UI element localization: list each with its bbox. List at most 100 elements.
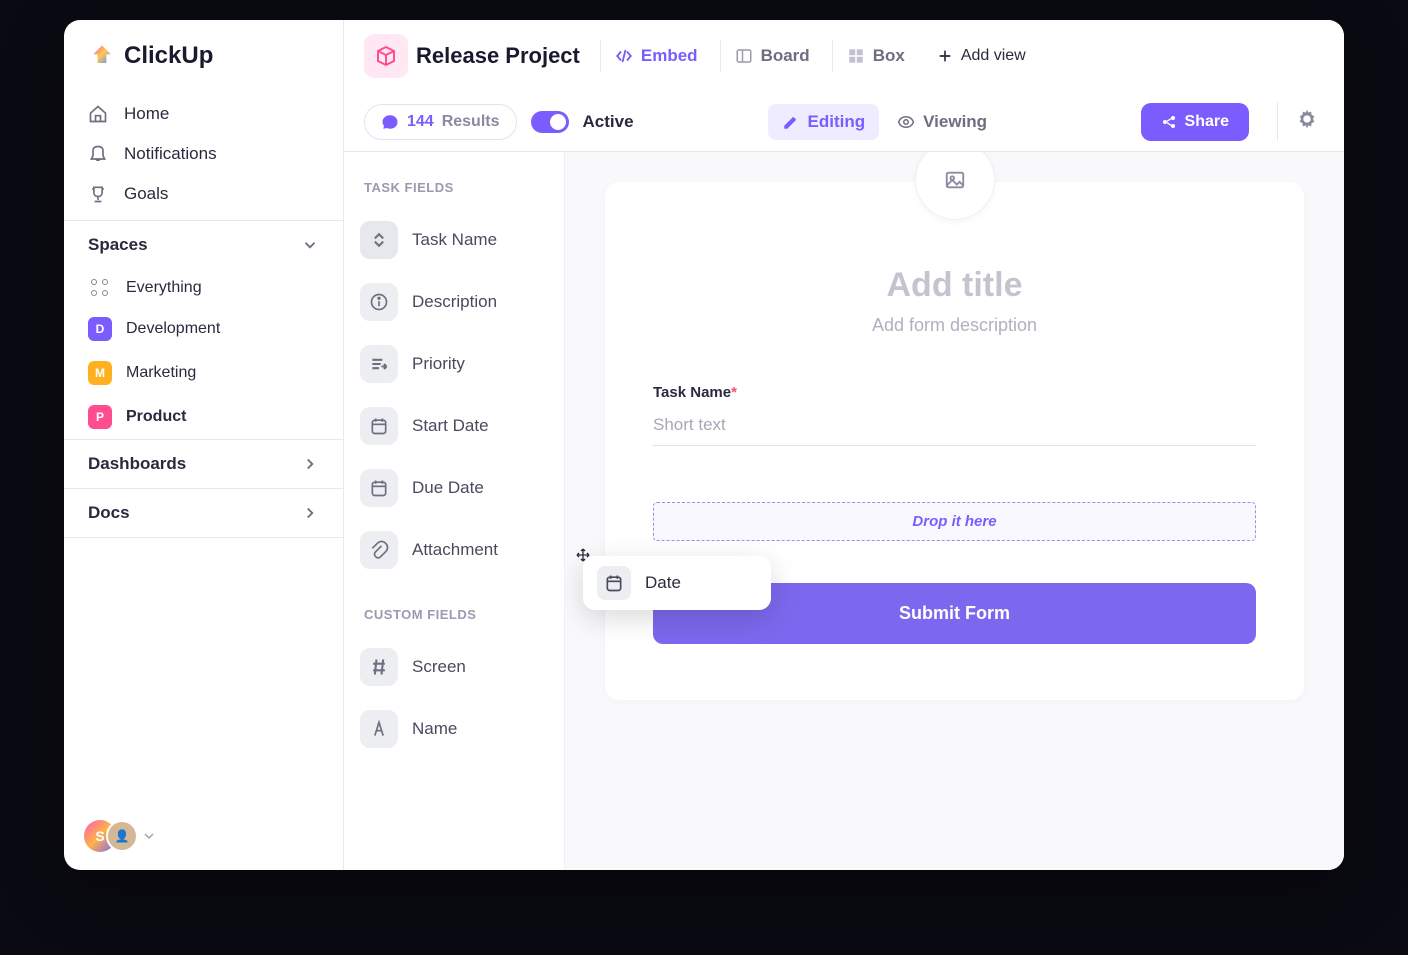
chevron-right-icon: [301, 504, 319, 522]
share-icon: [1161, 114, 1177, 130]
user-avatar-2: 👤: [106, 820, 138, 852]
plus-icon: [937, 48, 953, 64]
home-icon: [88, 104, 108, 124]
form-desc-input[interactable]: Add form description: [653, 315, 1256, 336]
label-text: Task Name: [653, 384, 731, 401]
nav-home-label: Home: [124, 104, 169, 124]
dropzone-text: Drop it here: [912, 513, 996, 530]
add-view-button[interactable]: Add view: [937, 47, 1026, 65]
required-marker: *: [731, 384, 737, 401]
sort-icon: [360, 221, 398, 259]
sidebar-everything[interactable]: Everything: [64, 269, 343, 307]
field-name[interactable]: Name: [354, 698, 554, 760]
avatar-stack: S 👤: [84, 820, 138, 852]
project-title: Release Project: [416, 43, 580, 69]
space-label: Product: [126, 408, 186, 426]
chevron-down-icon: [301, 236, 319, 254]
move-icon: [575, 547, 595, 567]
logo-text: ClickUp: [124, 42, 213, 70]
view-tab-embed[interactable]: Embed: [600, 40, 712, 72]
form-card: Add title Add form description Task Name…: [605, 182, 1304, 700]
field-label: Priority: [412, 354, 465, 374]
sidebar-space-product[interactable]: P Product: [64, 395, 343, 439]
viewing-mode-button[interactable]: Viewing: [883, 104, 1001, 140]
form-image-button[interactable]: [915, 152, 995, 220]
clickup-logo-icon: [88, 42, 116, 70]
viewing-label: Viewing: [923, 112, 987, 132]
form-canvas: Add title Add form description Task Name…: [564, 152, 1344, 870]
active-label: Active: [583, 112, 634, 132]
nav-notifications[interactable]: Notifications: [64, 134, 343, 174]
task-name-input[interactable]: [653, 405, 1256, 446]
field-screen[interactable]: Screen: [354, 636, 554, 698]
view-tab-board[interactable]: Board: [720, 40, 824, 72]
image-icon: [942, 169, 968, 191]
embed-label: Embed: [641, 46, 698, 66]
field-attachment[interactable]: Attachment: [354, 519, 554, 581]
embed-icon: [615, 47, 633, 65]
field-task-name[interactable]: Task Name: [354, 209, 554, 271]
results-pill[interactable]: 144 Results: [364, 104, 517, 140]
sidebar-space-marketing[interactable]: M Marketing: [64, 351, 343, 395]
grid-icon: [91, 279, 109, 297]
share-button[interactable]: Share: [1141, 103, 1249, 141]
info-icon: [360, 283, 398, 321]
dropzone[interactable]: Drop it here: [653, 502, 1256, 541]
space-badge: M: [88, 361, 112, 385]
nav-goals[interactable]: Goals: [64, 174, 343, 214]
dragging-field-card[interactable]: Date: [583, 556, 771, 610]
settings-button[interactable]: [1277, 102, 1324, 141]
user-menu[interactable]: S 👤: [64, 802, 343, 870]
spaces-header[interactable]: Spaces: [64, 220, 343, 269]
results-count: 144: [407, 113, 434, 131]
box-label: Box: [873, 46, 905, 66]
calendar-icon: [597, 566, 631, 600]
custom-fields-heading: CUSTOM FIELDS: [354, 599, 554, 636]
eye-icon: [897, 113, 915, 131]
logo[interactable]: ClickUp: [64, 20, 343, 88]
gear-icon: [1296, 108, 1318, 130]
field-label: Screen: [412, 657, 466, 677]
dashboards-label: Dashboards: [88, 454, 186, 474]
editing-mode-button[interactable]: Editing: [768, 104, 880, 140]
topbar: Release Project Embed Board Box Add view: [344, 20, 1344, 92]
field-priority[interactable]: Priority: [354, 333, 554, 395]
share-label: Share: [1185, 113, 1229, 131]
view-tab-box[interactable]: Box: [832, 40, 919, 72]
sidebar-space-development[interactable]: D Development: [64, 307, 343, 351]
field-label: Attachment: [412, 540, 498, 560]
docs-header[interactable]: Docs: [64, 489, 343, 538]
nav-home[interactable]: Home: [64, 94, 343, 134]
field-label: Due Date: [412, 478, 484, 498]
calendar-icon: [360, 469, 398, 507]
priority-icon: [360, 345, 398, 383]
dashboards-header[interactable]: Dashboards: [64, 439, 343, 489]
docs-label: Docs: [88, 503, 130, 523]
project-icon[interactable]: [364, 34, 408, 78]
field-description[interactable]: Description: [354, 271, 554, 333]
mode-group: Editing Viewing: [768, 104, 1002, 140]
chat-icon: [381, 113, 399, 131]
cube-icon: [374, 44, 398, 68]
calendar-icon: [360, 407, 398, 445]
hash-icon: [360, 648, 398, 686]
field-start-date[interactable]: Start Date: [354, 395, 554, 457]
field-label: Task Name: [412, 230, 497, 250]
board-icon: [735, 47, 753, 65]
field-label: Description: [412, 292, 497, 312]
box-icon: [847, 47, 865, 65]
field-due-date[interactable]: Due Date: [354, 457, 554, 519]
trophy-icon: [88, 184, 108, 204]
active-toggle[interactable]: [531, 111, 569, 133]
everything-label: Everything: [126, 279, 202, 297]
form-title-input[interactable]: Add title: [653, 266, 1256, 305]
board-label: Board: [761, 46, 810, 66]
results-label: Results: [442, 113, 500, 131]
sidebar: ClickUp Home Notifications Goals Spaces: [64, 20, 344, 870]
space-label: Development: [126, 320, 220, 338]
space-badge: P: [88, 405, 112, 429]
fields-panel: TASK FIELDS Task Name Description Priori…: [344, 152, 564, 870]
caret-down-icon: [144, 831, 154, 841]
spaces-header-label: Spaces: [88, 235, 148, 255]
toolbar: 144 Results Active Editing Viewing Share: [344, 92, 1344, 151]
